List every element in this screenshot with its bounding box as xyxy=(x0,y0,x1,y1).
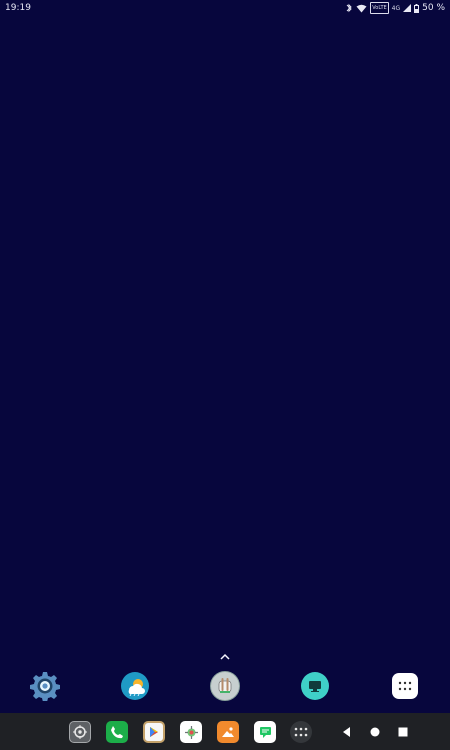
play-store-icon xyxy=(143,721,165,743)
volte-icon: VoLTE xyxy=(370,2,389,14)
swipe-up-indicator[interactable] xyxy=(217,650,233,662)
weather-app-icon[interactable] xyxy=(119,670,151,702)
taskbar-gallery-icon[interactable] xyxy=(216,720,240,744)
apps-grid-icon xyxy=(392,673,418,699)
image-icon xyxy=(217,721,239,743)
phone-icon xyxy=(106,721,128,743)
battery-percent: 50 % xyxy=(422,3,445,13)
home-icon xyxy=(370,727,380,737)
android-tools-icon xyxy=(180,721,202,743)
message-icon xyxy=(254,721,276,743)
home-button[interactable] xyxy=(367,724,383,740)
remote-desktop-app-icon[interactable] xyxy=(299,670,331,702)
battery-icon xyxy=(414,3,420,13)
signal-icon xyxy=(403,3,412,13)
weather-icon xyxy=(121,672,149,700)
back-button[interactable] xyxy=(339,724,355,740)
taskbar-messages-icon[interactable] xyxy=(253,720,277,744)
android-home-screen: 19:19 VoLTE 4G 50 % xyxy=(0,0,450,750)
home-dock-row xyxy=(0,670,450,706)
taskbar-play-store-icon[interactable] xyxy=(142,720,166,744)
bluetooth-icon xyxy=(346,3,353,13)
gear-icon xyxy=(69,721,91,743)
monitor-icon xyxy=(301,672,329,700)
status-bar: 19:19 VoLTE 4G 50 % xyxy=(0,0,450,16)
taskbar-all-apps-icon[interactable] xyxy=(289,720,313,744)
recents-icon xyxy=(398,727,408,737)
app-drawer-icon[interactable] xyxy=(389,670,421,702)
taskbar-settings-icon[interactable] xyxy=(68,720,92,744)
back-icon xyxy=(343,727,350,737)
status-icons: VoLTE 4G 50 % xyxy=(346,2,445,14)
gear-icon xyxy=(30,672,60,701)
android-icon xyxy=(210,671,240,701)
grid-icon xyxy=(290,721,312,743)
recents-button[interactable] xyxy=(395,724,411,740)
settings-app-icon[interactable] xyxy=(29,670,61,702)
taskbar-phone-icon[interactable] xyxy=(105,720,129,744)
status-time: 19:19 xyxy=(5,3,31,13)
wifi-icon xyxy=(356,3,367,13)
taskbar-android-tools-icon[interactable] xyxy=(179,720,203,744)
taskbar xyxy=(0,713,450,750)
network-label: 4G xyxy=(391,4,401,12)
chevron-up-icon xyxy=(220,653,230,660)
android-app-icon[interactable] xyxy=(209,670,241,702)
